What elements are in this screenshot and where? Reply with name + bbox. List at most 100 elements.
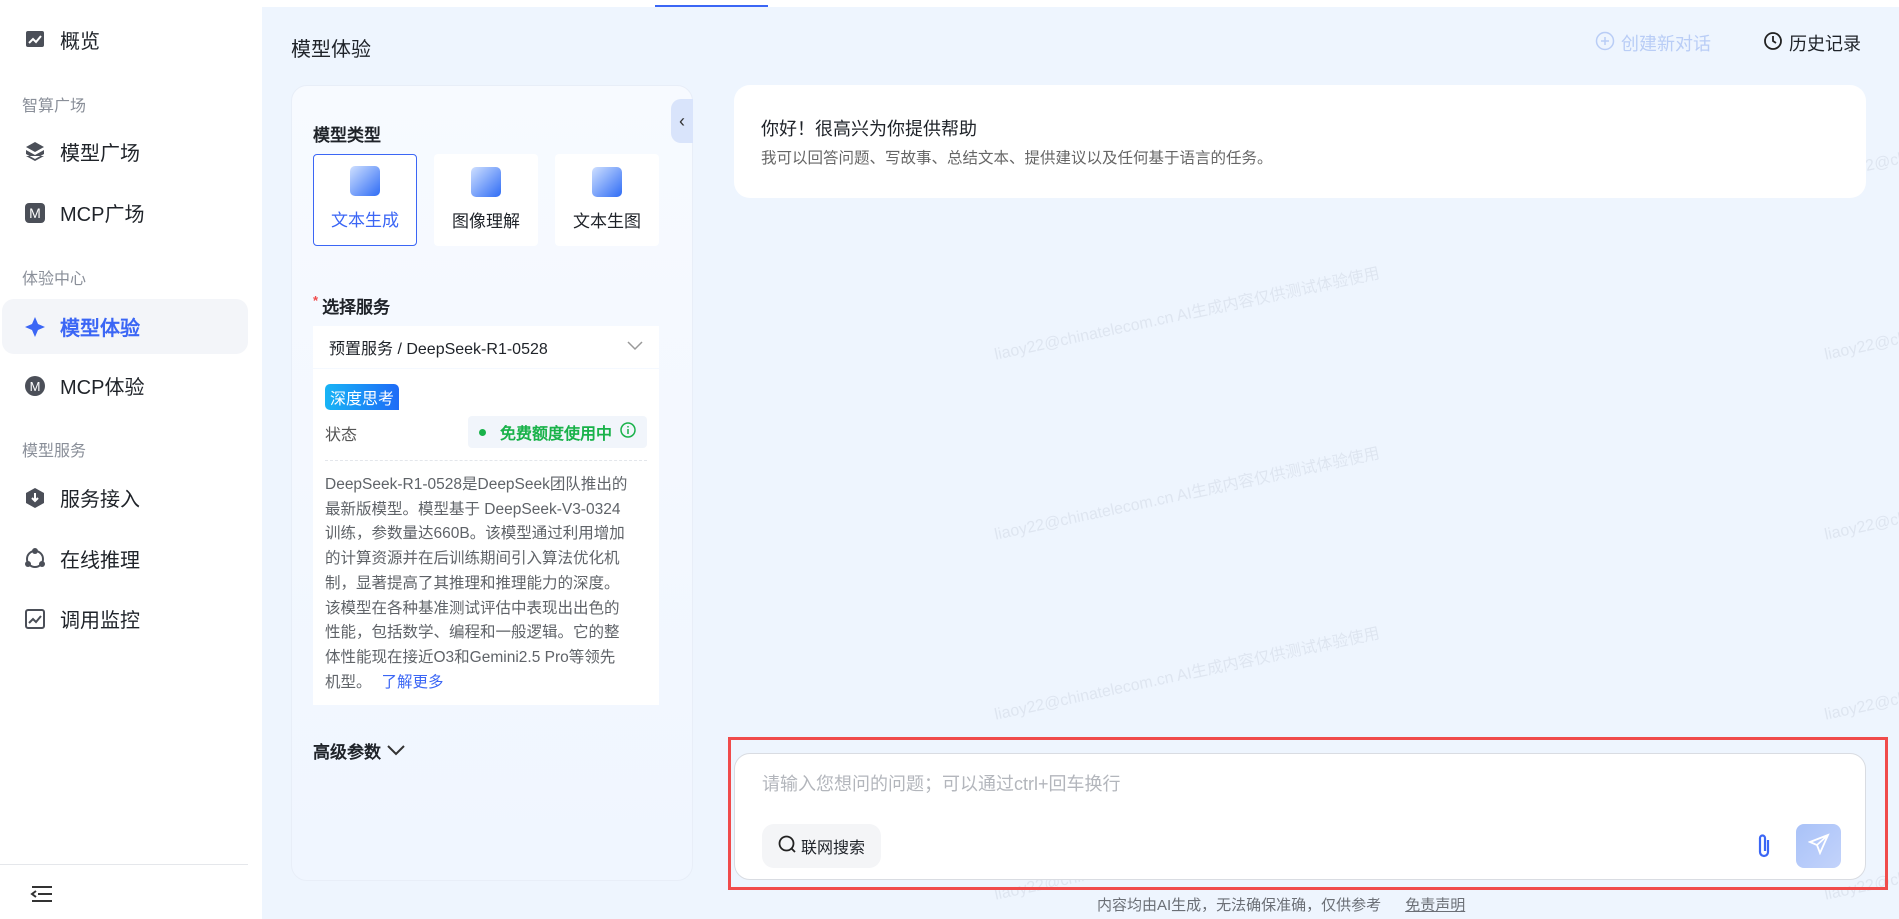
sidebar-item-label: 服务接入 [60,489,140,511]
sidebar-item-label: 模型体验 [60,318,140,340]
plus-circle-icon [1595,31,1615,56]
history-label: 历史记录 [1789,34,1861,54]
sidebar-item-call-monitor[interactable]: 调用监控 [2,591,248,646]
send-icon [1807,832,1830,860]
disclaimer-link[interactable]: 免责声明 [1405,897,1465,914]
status-text: 免费额度使用中 [499,426,612,443]
status-badge: 免费额度使用中 [468,416,647,448]
collapse-panel-button[interactable]: ‹ [671,99,693,143]
chart-icon [24,29,46,51]
input-area-highlight: 请输入您想问的问题；可以通过ctrl+回车换行 联网搜索 [728,737,1888,890]
collapse-sidebar-icon[interactable] [30,884,54,909]
type-image-understanding[interactable]: 图像理解 [434,154,538,246]
web-search-button[interactable]: 联网搜索 [762,824,881,868]
watermark-text: liaoy22@chinatelecom.cn AI生成内容仅供测试体验使用 [993,265,1382,364]
sidebar-item-mcp-square[interactable]: M MCP广场 [2,185,248,240]
sidebar-item-label: 在线推理 [60,550,140,572]
history-button[interactable]: 历史记录 [1763,30,1861,56]
type-label: 图像理解 [452,212,520,231]
state-label: 状态 [325,427,358,444]
top-strip [262,0,1899,7]
desc-line: 的计算资源并在后训练期间引入算法优化机 [325,550,620,568]
desc-line: DeepSeek-R1-0528是DeepSeek团队推出的 [325,476,628,493]
chat-input-placeholder[interactable]: 请输入您想问的问题；可以通过ctrl+回车换行 [762,770,1121,796]
new-chat-label: 创建新对话 [1621,34,1711,54]
sidebar-item-label: 模型广场 [60,143,140,165]
watermark-text: liaoy22@chinatelecom.cn AI生成内容仅供测试体验使用 [993,625,1382,724]
svg-text:M: M [30,379,41,394]
svg-text:M: M [29,205,41,221]
footer: 内容均由AI生成，无法确保准确，仅供参考 免责声明 [1097,894,1465,915]
type-text-to-image[interactable]: 文本生图 [555,154,659,246]
desc-line: 体性能现在接近O3和Gemini2.5 Pro等领先 [325,648,616,666]
sidebar-item-label: 概览 [60,31,100,53]
new-chat-button[interactable]: 创建新对话 [1595,30,1711,56]
mcp-square-icon: M [24,202,46,224]
watermark-text: liaoy22@chinatelecom.cn AI生成内容仅供测试体验使用 [1823,625,1899,724]
sidebar-item-overview[interactable]: 概览 [2,12,248,67]
footer-notice: 内容均由AI生成，无法确保准确，仅供参考 [1097,897,1382,914]
monitor-icon [24,608,46,630]
service-icon [24,487,46,509]
chat-input-box[interactable]: 请输入您想问的问题；可以通过ctrl+回车换行 联网搜索 [734,753,1866,880]
chevron-down-icon [387,741,405,761]
desc-line: 机型。 [325,673,372,691]
chevron-left-icon: ‹ [679,110,685,131]
info-icon[interactable] [620,421,636,443]
type-text-generation[interactable]: 文本生成 [313,154,417,246]
mcp-circle-icon: M [24,375,46,397]
search-icon [778,835,796,858]
greeting-subtitle: 我可以回答问题、写故事、总结文本、提供建议以及任何基于语言的任务。 [761,150,1273,167]
sidebar-item-model-experience[interactable]: 模型体验 [2,299,248,354]
sidebar: 概览 智算广场 模型广场 M MCP广场 体验中心 模型体验 M MCP体验 模型服… [0,0,262,919]
deep-thinking-tag: 深度思考 [325,384,400,410]
chevron-down-icon [627,338,643,356]
sidebar-item-label: MCP广场 [60,204,145,226]
image-icon [471,167,501,197]
page-title: 模型体验 [291,39,371,61]
attachment-icon[interactable] [1756,832,1772,867]
desc-line: 该模型在各种基准测试评估中表现出出色的 [325,599,620,617]
model-type-label: 模型类型 [313,126,381,145]
web-search-label: 联网搜索 [800,840,865,857]
group-label: 体验中心 [22,271,87,288]
send-button[interactable] [1796,824,1841,868]
watermark-text: liaoy22@chinatelecom.cn AI生成内容仅供测试体验使用 [993,445,1382,544]
sidebar-item-mcp-experience[interactable]: M MCP体验 [2,358,248,413]
desc-line: 最新版模型。模型基于 DeepSeek-V3-0324 [325,500,621,518]
select-value: 预置服务 / DeepSeek-R1-0528 [329,341,548,358]
model-description: DeepSeek-R1-0528是DeepSeek团队推出的 最新版模型。模型基… [325,473,627,695]
active-tab-indicator [655,5,768,7]
advanced-params-toggle[interactable]: 高级参数 [313,738,405,763]
sidebar-divider [0,864,248,865]
inference-icon [24,547,46,570]
sidebar-item-model-square[interactable]: 模型广场 [2,124,248,179]
service-select[interactable]: 预置服务 / DeepSeek-R1-0528 [313,326,659,368]
group-label: 模型服务 [22,443,87,460]
sidebar-item-label: MCP体验 [60,377,145,399]
sidebar-item-service-access[interactable]: 服务接入 [2,470,248,525]
welcome-message: 你好！很高兴为你提供帮助 我可以回答问题、写故事、总结文本、提供建议以及任何基于… [734,85,1866,198]
type-label: 文本生图 [573,212,641,231]
label-text: 选择服务 [322,298,391,317]
required-mark: * [313,293,319,308]
watermark-text: liaoy22@chinatelecom.cn AI生成内容仅供测试体验使用 [1823,265,1899,364]
greeting-text: 你好！很高兴为你提供帮助 [761,119,977,139]
sidebar-item-online-inference[interactable]: 在线推理 [2,531,248,586]
text-image-icon [592,167,622,197]
desc-line: 制，显著提高了其推理和推理能力的深度。 [325,574,620,592]
model-info: 深度思考 状态 免费额度使用中 DeepSeek-R1-0528是DeepSee… [313,369,659,705]
text-generation-icon [350,166,380,196]
cube-icon [24,141,46,163]
sidebar-item-label: 调用监控 [60,610,140,632]
history-icon [1763,31,1783,56]
watermark-text: liaoy22@chinatelecom.cn AI生成内容仅供测试体验使用 [1823,445,1899,544]
group-label: 智算广场 [22,98,87,115]
select-service-label: * 选择服务 [313,293,390,318]
status-dot [478,428,486,436]
learn-more-link[interactable]: 了解更多 [382,674,444,691]
divider [325,460,647,461]
sparkle-icon [24,316,46,338]
type-label: 文本生成 [331,211,399,230]
desc-line: 训练，参数量达660B。该模型通过利用增加 [325,525,625,543]
